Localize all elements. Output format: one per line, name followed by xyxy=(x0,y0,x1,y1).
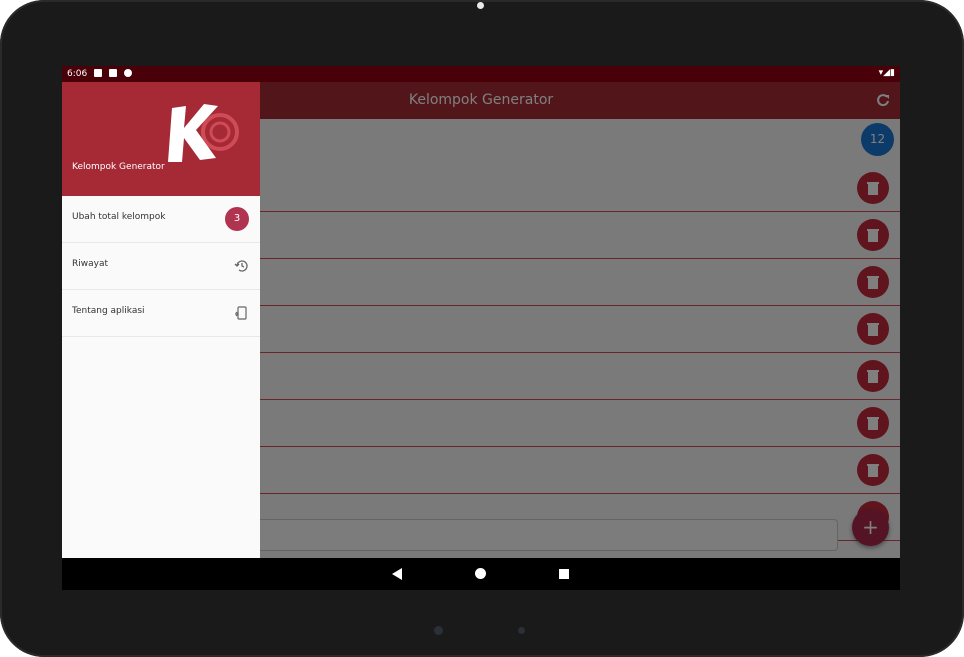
drawer-item-total-groups[interactable]: Ubah total kelompok 3 xyxy=(62,196,260,243)
total-groups-badge: 3 xyxy=(225,207,249,231)
drawer-app-name: Kelompok Generator xyxy=(72,162,165,172)
front-camera xyxy=(477,2,484,9)
status-time: 6:06 xyxy=(67,69,88,79)
sensor-dot xyxy=(518,627,525,634)
drawer-item-label: Tentang aplikasi xyxy=(72,306,145,316)
tablet-frame: 6:06 ▾◢▮ Kelompok Generator Ubah total k… xyxy=(0,0,964,657)
navigation-drawer: Kelompok Generator Ubah total kelompok 3… xyxy=(62,82,260,558)
recent-apps-icon[interactable] xyxy=(559,569,569,579)
sd-card-icon xyxy=(109,69,117,77)
history-icon xyxy=(234,260,248,272)
home-icon[interactable] xyxy=(475,568,486,579)
back-icon[interactable] xyxy=(392,568,402,580)
phone-info-icon xyxy=(235,306,247,320)
drawer-header: Kelompok Generator xyxy=(62,82,260,196)
app-logo xyxy=(168,104,239,162)
notification-icon xyxy=(94,69,102,77)
status-bar: 6:06 ▾◢▮ xyxy=(62,66,900,82)
drawer-item-label: Ubah total kelompok xyxy=(72,212,166,222)
screen: 6:06 ▾◢▮ Kelompok Generator Ubah total k… xyxy=(62,66,900,590)
system-nav-bar xyxy=(62,558,900,590)
drawer-item-about[interactable]: Tentang aplikasi xyxy=(62,290,260,337)
drawer-item-label: Riwayat xyxy=(72,259,108,269)
sensor-dot xyxy=(434,626,443,635)
sync-icon xyxy=(124,69,132,77)
signal-battery-icon: ▾◢▮ xyxy=(878,68,895,78)
drawer-item-history[interactable]: Riwayat xyxy=(62,243,260,290)
